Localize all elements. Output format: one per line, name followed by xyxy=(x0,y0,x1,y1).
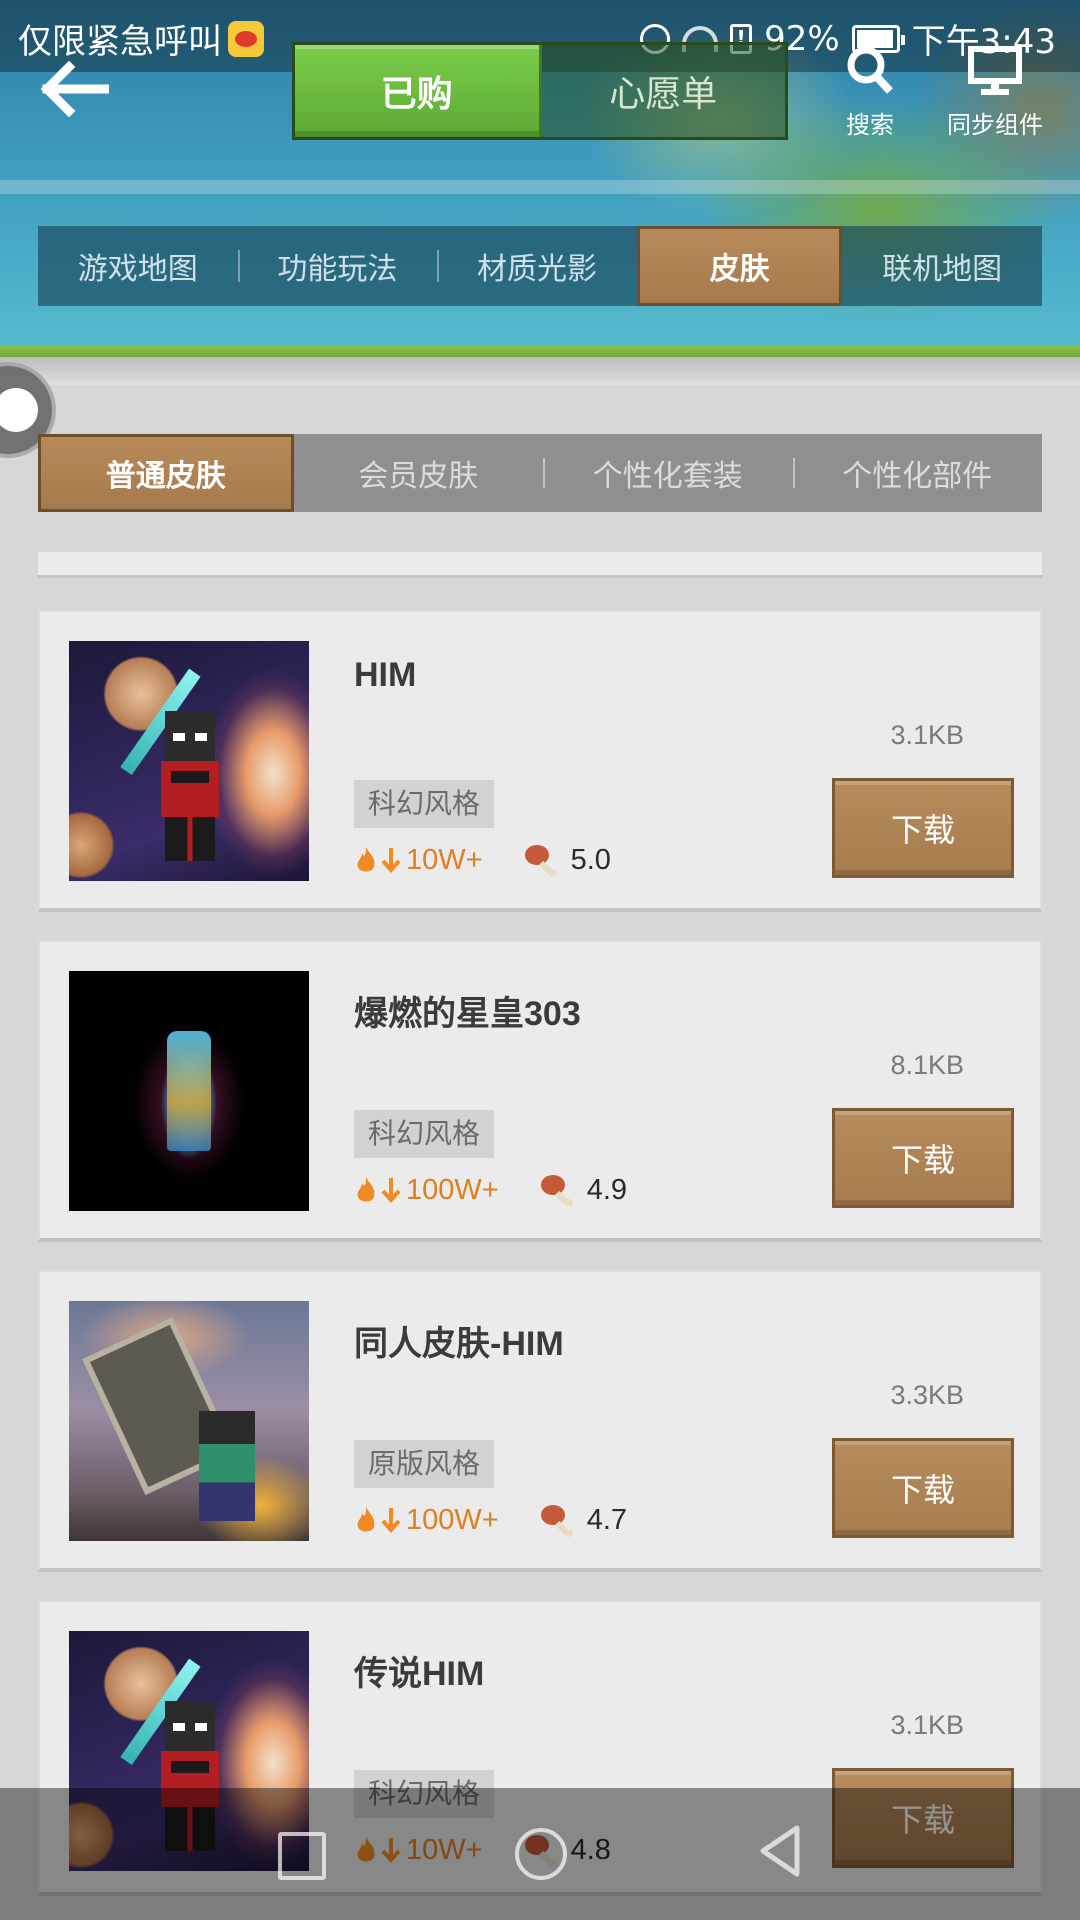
drumstick-icon xyxy=(524,845,557,877)
header-shadow xyxy=(0,357,1080,385)
skin-title: HIM xyxy=(354,656,417,694)
arrow-left-icon xyxy=(40,61,109,117)
tab-multiplayer-maps[interactable]: 联机地图 xyxy=(842,226,1042,306)
skin-card[interactable]: 爆燃的星皇303 科幻风格 100W+ 4.9 8.1KB 下载 xyxy=(38,940,1042,1242)
fire-icon xyxy=(357,847,375,872)
rating-value: 4.9 xyxy=(586,1173,628,1206)
file-size: 3.3KB xyxy=(890,1380,964,1410)
download-arrow-icon xyxy=(381,1178,401,1204)
triangle-back-icon xyxy=(760,1825,800,1877)
category-tabs: 游戏地图 功能玩法 材质光影 皮肤 联机地图 xyxy=(38,226,1042,306)
skin-figure xyxy=(167,1031,211,1151)
search-button[interactable]: 搜索 xyxy=(815,40,925,140)
file-size: 3.1KB xyxy=(890,720,964,750)
download-button[interactable]: 下载 xyxy=(832,778,1014,878)
tab-custom-parts[interactable]: 个性化部件 xyxy=(792,434,1043,512)
skin-stats: 100W+ 4.7 xyxy=(354,1498,627,1542)
header-band xyxy=(0,180,1080,194)
recent-apps-button[interactable] xyxy=(264,1816,334,1886)
tab-member-skins[interactable]: 会员皮肤 xyxy=(294,434,544,512)
header-grass-strip xyxy=(0,345,1080,357)
skin-title: 同人皮肤-HIM xyxy=(354,1325,564,1363)
tab-game-maps[interactable]: 游戏地图 xyxy=(38,226,238,306)
monitor-icon xyxy=(968,46,1022,95)
fire-icon xyxy=(357,1507,375,1532)
skin-sub-tabs: 普通皮肤 会员皮肤 个性化套装 个性化部件 xyxy=(38,434,1042,512)
system-back-button[interactable] xyxy=(745,1816,815,1886)
purchase-tabs: 已购 心愿单 xyxy=(292,42,788,140)
rating-value: 4.7 xyxy=(586,1503,628,1536)
list-top-edge xyxy=(38,552,1042,578)
tab-gameplay[interactable]: 功能玩法 xyxy=(237,226,438,306)
sync-components-button[interactable]: 同步组件 xyxy=(935,40,1055,140)
sync-label: 同步组件 xyxy=(947,111,1043,139)
file-size: 8.1KB xyxy=(890,1050,964,1080)
back-button[interactable] xyxy=(34,54,114,124)
drumstick-icon xyxy=(540,1505,573,1537)
tab-skins[interactable]: 皮肤 xyxy=(636,226,843,306)
skin-thumbnail[interactable] xyxy=(69,971,309,1211)
search-icon xyxy=(847,46,893,94)
skin-figure xyxy=(157,711,223,861)
skin-stats: 10W+ 5.0 xyxy=(354,838,611,882)
download-arrow-icon xyxy=(381,848,401,874)
tab-custom-sets[interactable]: 个性化套装 xyxy=(543,434,793,512)
skin-card[interactable]: HIM 科幻风格 10W+ 5.0 3.1KB 下载 xyxy=(38,610,1042,912)
tab-wishlist[interactable]: 心愿单 xyxy=(542,45,786,137)
skin-card[interactable]: 同人皮肤-HIM 原版风格 100W+ 4.7 3.3KB 下载 xyxy=(38,1270,1042,1572)
download-count: 10W+ xyxy=(406,843,483,876)
download-count: 100W+ xyxy=(406,1503,499,1536)
tab-purchased[interactable]: 已购 xyxy=(295,45,542,137)
fire-icon xyxy=(357,1177,375,1202)
skin-thumbnail[interactable] xyxy=(69,641,309,881)
skin-stats: 100W+ 4.9 xyxy=(354,1168,627,1212)
system-nav-bar xyxy=(0,1788,1080,1920)
skin-title: 传说HIM xyxy=(354,1655,485,1693)
tab-textures[interactable]: 材质光影 xyxy=(437,226,637,306)
rating-value: 5.0 xyxy=(570,843,611,876)
skin-figure xyxy=(199,1411,255,1521)
home-button[interactable] xyxy=(505,1816,575,1886)
skin-thumbnail[interactable] xyxy=(69,1301,309,1541)
download-count: 100W+ xyxy=(406,1173,499,1206)
style-tag: 科幻风格 xyxy=(354,1110,495,1158)
drumstick-icon xyxy=(540,1175,573,1207)
download-button[interactable]: 下载 xyxy=(832,1438,1014,1538)
style-tag: 原版风格 xyxy=(354,1440,495,1488)
download-arrow-icon xyxy=(381,1508,401,1534)
search-label: 搜索 xyxy=(846,111,894,139)
weibo-icon xyxy=(228,20,264,57)
skin-title: 爆燃的星皇303 xyxy=(354,995,581,1033)
file-size: 3.1KB xyxy=(890,1710,964,1740)
tab-normal-skins[interactable]: 普通皮肤 xyxy=(38,434,294,512)
download-button[interactable]: 下载 xyxy=(832,1108,1014,1208)
style-tag: 科幻风格 xyxy=(354,780,495,828)
